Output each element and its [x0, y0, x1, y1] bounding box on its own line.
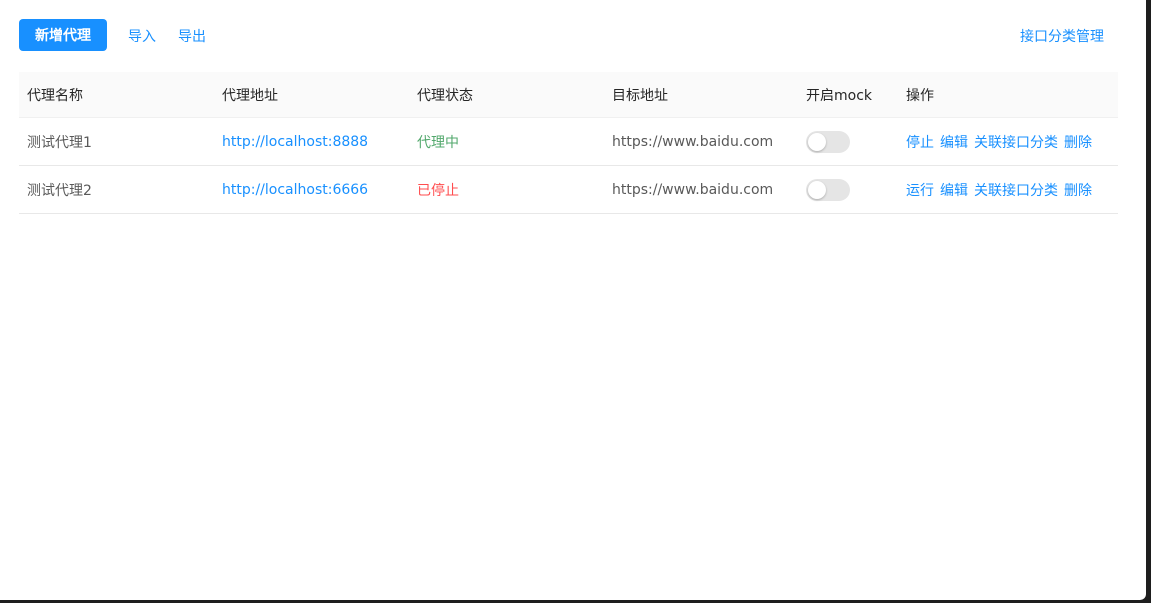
proxy-name: 测试代理2	[27, 182, 92, 199]
export-link[interactable]: 导出	[178, 26, 206, 46]
proxy-address-link[interactable]: http://localhost:8888	[222, 118, 368, 165]
column-header-target: 目标地址	[612, 87, 668, 104]
proxy-name: 测试代理1	[27, 134, 92, 151]
proxy-status: 代理中	[417, 134, 459, 151]
column-header-status: 代理状态	[417, 87, 473, 104]
target-address: https://www.baidu.com	[612, 133, 774, 150]
import-link[interactable]: 导入	[128, 26, 156, 46]
delete-link[interactable]: 删除	[1064, 180, 1092, 200]
add-proxy-button[interactable]: 新增代理	[19, 19, 107, 51]
table-row: 测试代理2 http://localhost:6666 已停止 https://…	[19, 166, 1118, 214]
mock-cell	[806, 118, 850, 165]
edit-link[interactable]: 编辑	[940, 180, 968, 200]
toggle-knob	[808, 132, 826, 151]
edit-link[interactable]: 编辑	[940, 132, 968, 152]
proxy-status: 已停止	[417, 182, 459, 199]
proxy-address-link[interactable]: http://localhost:6666	[222, 166, 368, 213]
column-header-name: 代理名称	[27, 87, 83, 104]
proxy-table: 代理名称 代理地址 代理状态 目标地址 开启mock 操作 测试代理1 http…	[19, 72, 1118, 214]
table-row: 测试代理1 http://localhost:8888 代理中 https://…	[19, 118, 1118, 166]
mock-toggle[interactable]	[806, 130, 850, 153]
table-header: 代理名称 代理地址 代理状态 目标地址 开启mock 操作	[19, 72, 1118, 118]
page: 新增代理 导入 导出 接口分类管理 代理名称 代理地址 代理状态 目标地址 开启…	[0, 0, 1146, 600]
delete-link[interactable]: 删除	[1064, 132, 1092, 152]
mock-toggle[interactable]	[806, 178, 850, 201]
run-link[interactable]: 运行	[906, 180, 934, 200]
column-header-address: 代理地址	[222, 87, 278, 104]
toolbar: 新增代理 导入 导出 接口分类管理	[19, 19, 1109, 51]
link-category-link[interactable]: 关联接口分类	[974, 132, 1058, 152]
row-actions: 停止 编辑 关联接口分类 删除	[906, 118, 1092, 165]
link-category-link[interactable]: 关联接口分类	[974, 180, 1058, 200]
row-actions: 运行 编辑 关联接口分类 删除	[906, 166, 1092, 213]
column-header-mock: 开启mock	[806, 87, 873, 104]
mock-cell	[806, 166, 850, 213]
toggle-knob	[808, 180, 826, 199]
target-address: https://www.baidu.com	[612, 181, 774, 198]
stop-link[interactable]: 停止	[906, 132, 934, 152]
category-manage-link[interactable]: 接口分类管理	[1020, 26, 1104, 46]
column-header-actions: 操作	[906, 87, 934, 104]
